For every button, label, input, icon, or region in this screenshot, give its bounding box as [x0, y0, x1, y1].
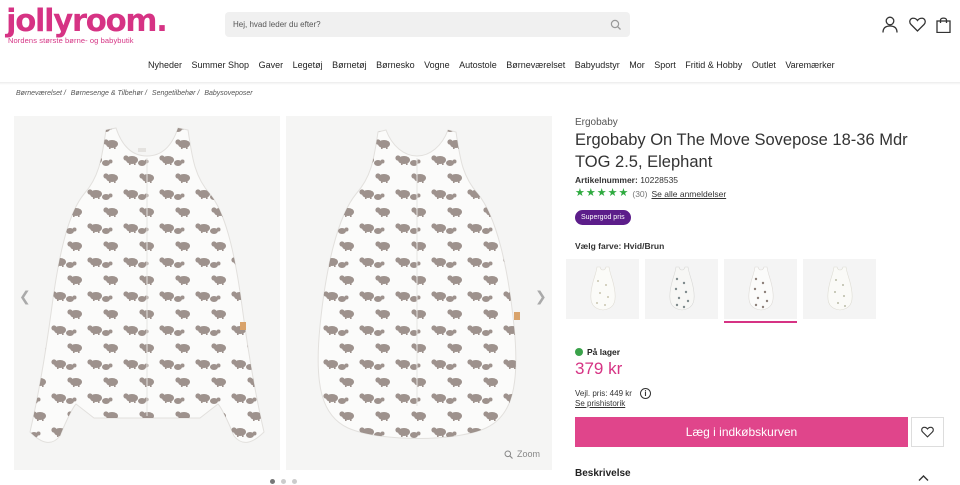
add-to-wishlist-button[interactable]: [911, 417, 944, 447]
nav-item-outlet[interactable]: Outlet: [752, 60, 776, 70]
product-brand[interactable]: Ergobaby: [575, 117, 618, 128]
gallery-dot[interactable]: [281, 479, 286, 484]
header-divider: [0, 82, 960, 85]
gallery-dot[interactable]: [292, 479, 297, 484]
product-title: Ergobaby On The Move Sovepose 18-36 Mdr …: [575, 131, 908, 171]
nav-item-mor[interactable]: Mor: [629, 60, 645, 70]
color-value: Hvid/Brun: [623, 241, 665, 251]
add-to-cart-button[interactable]: Læg i indkøbskurven: [575, 417, 908, 447]
breadcrumb-item[interactable]: Børneværelset /: [16, 90, 66, 97]
sku-label: Artikelnummer:: [575, 175, 638, 185]
rating-stars: ★ ★ ★ ★ ★: [575, 188, 628, 199]
user-icon[interactable]: [882, 16, 898, 33]
star-icon: ★: [596, 187, 607, 199]
search-input[interactable]: [225, 12, 595, 37]
color-swatch-4[interactable]: [803, 259, 876, 319]
star-icon: ★: [585, 187, 596, 199]
product-image-main[interactable]: [14, 116, 280, 470]
breadcrumb-item[interactable]: Babysoveposer: [204, 90, 252, 97]
zoom-label: Zoom: [517, 449, 541, 459]
breadcrumb-item[interactable]: Sengetilbehør /: [152, 90, 199, 97]
nav-item-summer-shop[interactable]: Summer Shop: [192, 60, 250, 70]
logo-tagline: Nordens største børne- og babybutik: [8, 36, 134, 45]
color-swatch-1[interactable]: [566, 259, 639, 319]
zoom-button[interactable]: Zoom: [504, 449, 540, 459]
nav-item-varemaerker[interactable]: Varemærker: [785, 60, 834, 70]
next-image-arrow-icon[interactable]: ❯: [535, 288, 547, 305]
product-sku: Artikelnummer: 10228535: [575, 175, 678, 185]
bag-icon[interactable]: [936, 16, 952, 34]
nav-item-sport[interactable]: Sport: [654, 60, 676, 70]
nav-item-autostole[interactable]: Autostole: [459, 60, 497, 70]
color-swatch-2[interactable]: [645, 259, 718, 319]
star-icon: ★: [575, 187, 585, 199]
recommended-price: Vejl. pris: 449 kr Se prishistorik: [575, 389, 632, 409]
nav-item-gaver[interactable]: Gaver: [259, 60, 284, 70]
stock-status: På lager: [575, 347, 620, 357]
price-history-link[interactable]: Se prishistorik: [575, 399, 632, 409]
zoom-icon: [504, 450, 513, 459]
logo[interactable]: jollyroom. Nordens største børne- og bab…: [6, 3, 168, 45]
product-price: 379 kr: [575, 359, 623, 378]
color-swatches: [566, 259, 876, 323]
stock-label: På lager: [587, 347, 621, 357]
search-bar: [225, 12, 630, 37]
product-rating: ★ ★ ★ ★ ★ (30) Se alle anmeldelser: [575, 188, 726, 199]
nav-item-legetoj[interactable]: Legetøj: [293, 60, 323, 70]
search-icon[interactable]: [610, 18, 622, 36]
color-swatch-3-selected[interactable]: [724, 259, 797, 323]
product-image-secondary[interactable]: [286, 116, 552, 470]
header-icons: [882, 16, 952, 34]
review-count: (30): [632, 188, 648, 199]
info-icon[interactable]: i: [640, 388, 651, 399]
sku-value: 10228535: [640, 175, 679, 185]
nav-item-vogne[interactable]: Vogne: [424, 60, 450, 70]
description-toggle[interactable]: Beskrivelse: [575, 468, 631, 479]
nav-item-bornesko[interactable]: Børnesko: [376, 60, 415, 70]
nav-item-nyheder[interactable]: Nyheder: [148, 60, 182, 70]
chevron-up-icon[interactable]: [918, 469, 929, 485]
gallery-dot[interactable]: [270, 479, 275, 484]
in-stock-icon: [575, 348, 583, 356]
rrp-label: Vejl. pris: 449 kr: [575, 389, 632, 398]
color-label: Vælg farve:: [575, 241, 622, 251]
heart-icon: [921, 426, 934, 438]
main-nav: Nyheder Summer Shop Gaver Legetøj Børnet…: [148, 60, 844, 70]
star-icon: ★: [618, 187, 629, 199]
star-icon: ★: [607, 187, 618, 199]
breadcrumb-item[interactable]: Børnesenge & Tilbehør /: [71, 90, 147, 97]
nav-item-fritid-hobby[interactable]: Fritid & Hobby: [685, 60, 742, 70]
logo-text: jollyroom.: [6, 3, 168, 39]
nav-item-bornetoj[interactable]: Børnetøj: [332, 60, 367, 70]
prev-image-arrow-icon[interactable]: ❮: [19, 288, 31, 305]
gallery-dots: [270, 479, 297, 484]
heart-icon[interactable]: [909, 16, 926, 33]
nav-item-babyudstyr[interactable]: Babyudstyr: [575, 60, 620, 70]
breadcrumb: Børneværelset / Børnesenge & Tilbehør / …: [16, 90, 256, 97]
see-all-reviews-link[interactable]: Se alle anmeldelser: [652, 189, 727, 199]
nav-item-bornevaerelset[interactable]: Børneværelset: [506, 60, 565, 70]
price-badge: Supergod pris: [575, 210, 631, 225]
color-selector-label: Vælg farve: Hvid/Brun: [575, 241, 664, 251]
